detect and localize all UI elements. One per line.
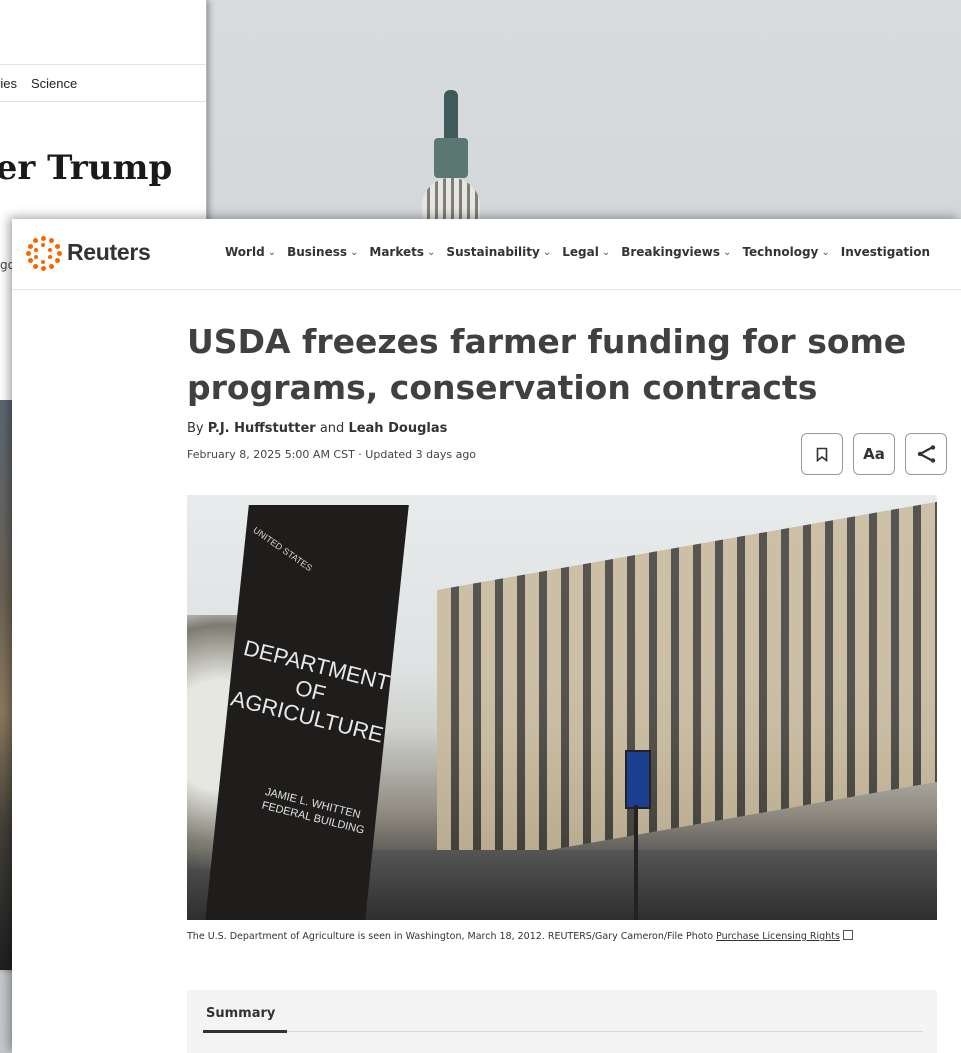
photo-pole bbox=[634, 805, 638, 920]
chevron-down-icon: ⌄ bbox=[350, 246, 359, 258]
chevron-down-icon: ⌄ bbox=[821, 246, 830, 258]
summary-divider bbox=[203, 1031, 923, 1032]
share-icon bbox=[917, 445, 936, 463]
main-nav: World ⌄ Business ⌄ Markets ⌄ Sustainability… bbox=[225, 245, 941, 259]
nav-item-label: Business bbox=[287, 245, 347, 259]
reuters-logo-mark-icon bbox=[26, 235, 62, 271]
author-link[interactable]: Leah Douglas bbox=[348, 421, 447, 436]
photo-building bbox=[437, 501, 937, 870]
external-link-icon bbox=[842, 930, 853, 940]
save-button[interactable] bbox=[801, 433, 843, 475]
nav-item-investigation[interactable]: Investigation bbox=[841, 245, 930, 259]
nav-item-label: World bbox=[225, 245, 265, 259]
reuters-logo-text: Reuters bbox=[67, 238, 151, 265]
text-size-label: Aa bbox=[863, 445, 885, 463]
nav-item-label: Breakingviews bbox=[621, 245, 721, 259]
share-button[interactable] bbox=[905, 433, 947, 475]
article-headline: USDA freezes farmer funding for some pro… bbox=[187, 322, 907, 407]
background-topbar bbox=[0, 0, 206, 65]
byline-prefix: By bbox=[187, 421, 204, 436]
reuters-logo[interactable]: Reuters bbox=[26, 235, 151, 271]
reuters-article-window[interactable]: Reuters World ⌄ Business ⌄ Markets ⌄ Sustai… bbox=[12, 219, 961, 1053]
background-headline[interactable]: ter Trump bbox=[0, 148, 172, 188]
author-link[interactable]: P.J. Huffstutter bbox=[208, 421, 316, 436]
text-size-button[interactable]: Aa bbox=[853, 433, 895, 475]
photo-caption: The U.S. Department of Agriculture is se… bbox=[187, 929, 927, 944]
nav-item-world[interactable]: World ⌄ bbox=[225, 245, 276, 259]
nav-item-breakingviews[interactable]: Breakingviews ⌄ bbox=[621, 245, 731, 259]
background-nav-item[interactable]: Science bbox=[31, 76, 77, 91]
article-photo[interactable]: DEPARTMENT OF AGRICULTURE JAMIE L. WHITT… bbox=[187, 495, 937, 920]
background-nav: ries Science bbox=[0, 65, 206, 102]
purchase-licensing-link[interactable]: Purchase Licensing Rights bbox=[716, 931, 840, 942]
bookmark-icon bbox=[816, 447, 828, 462]
nav-item-label: Investigation bbox=[840, 245, 931, 259]
nav-item-business[interactable]: Business ⌄ bbox=[287, 245, 358, 259]
chevron-down-icon: ⌄ bbox=[427, 246, 436, 258]
nav-item-label: Markets bbox=[369, 245, 425, 259]
chevron-down-icon: ⌄ bbox=[601, 246, 611, 258]
background-nav-item[interactable]: ries bbox=[0, 76, 17, 91]
caption-text: The U.S. Department of Agriculture is se… bbox=[187, 931, 714, 942]
summary-tab-underline bbox=[203, 1030, 287, 1033]
chevron-down-icon: ⌄ bbox=[542, 246, 552, 258]
summary-tab[interactable]: Summary bbox=[206, 1006, 275, 1021]
nav-item-sustainability[interactable]: Sustainability ⌄ bbox=[446, 245, 551, 259]
summary-box: Summary bbox=[187, 990, 937, 1053]
photo-street-sign bbox=[625, 750, 651, 809]
chevron-down-icon: ⌄ bbox=[267, 246, 277, 258]
nav-item-legal[interactable]: Legal ⌄ bbox=[562, 245, 610, 259]
nav-item-technology[interactable]: Technology ⌄ bbox=[742, 245, 829, 259]
masthead: Reuters World ⌄ Business ⌄ Markets ⌄ Sustai… bbox=[12, 219, 961, 290]
article-tools: Aa bbox=[801, 433, 947, 475]
article: USDA freezes farmer funding for some pro… bbox=[187, 289, 947, 1053]
nav-item-label: Technology bbox=[742, 245, 819, 259]
capitol-dome-image bbox=[420, 90, 480, 230]
nav-item-markets[interactable]: Markets ⌄ bbox=[369, 245, 435, 259]
nav-item-label: Sustainability bbox=[446, 245, 540, 259]
nav-item-label: Legal bbox=[562, 245, 599, 259]
chevron-down-icon: ⌄ bbox=[723, 246, 732, 258]
byline-and: and bbox=[319, 421, 345, 436]
